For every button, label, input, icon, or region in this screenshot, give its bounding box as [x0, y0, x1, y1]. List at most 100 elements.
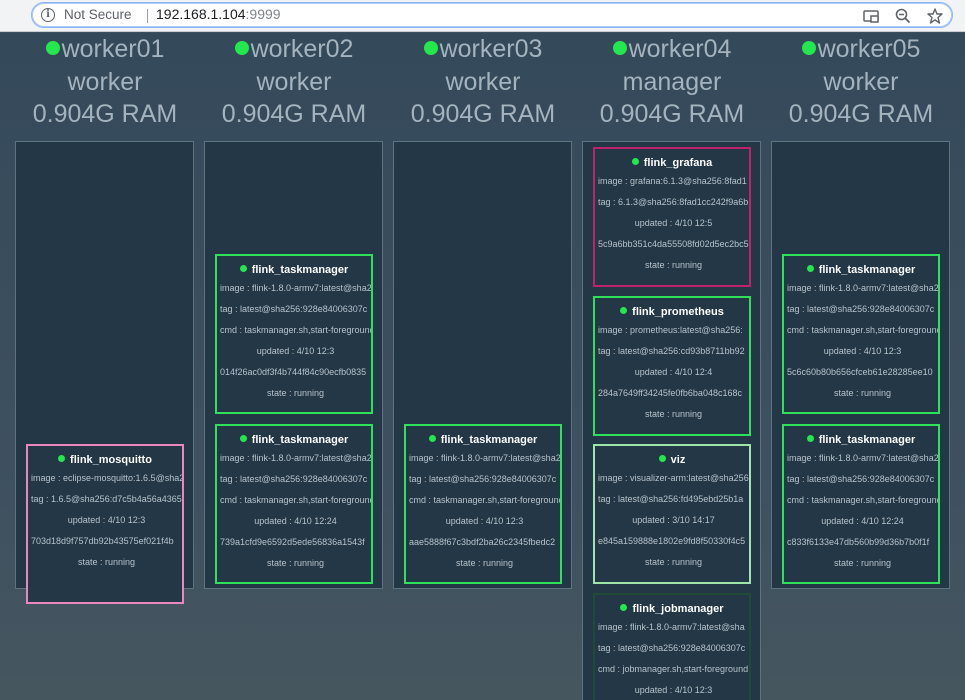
running-dot-icon — [620, 604, 628, 611]
node-role: worker — [445, 67, 521, 96]
running-dot-icon — [631, 158, 639, 165]
service-state: state : running — [644, 260, 703, 270]
service-updated: updated : 4/10 12:3 — [445, 516, 524, 526]
running-dot-icon — [428, 435, 436, 442]
service-state: state : running — [77, 557, 136, 567]
url-port: :9999 — [245, 6, 281, 22]
node-name-line: worker05 — [766, 33, 956, 66]
service-tag: tag : latest@sha256:928e84006307c — [409, 474, 557, 484]
service-card-flink-taskmanager[interactable]: flink_taskmanager image : flink-1.8.0-ar… — [782, 254, 940, 414]
service-image: image : flink-1.8.0-armv7:latest@sha256 — [787, 453, 940, 463]
service-cmd: cmd : taskmanager.sh,start-foreground — [787, 325, 940, 335]
node-role: worker — [823, 67, 899, 96]
service-state: state : running — [644, 409, 703, 419]
node-role: worker — [67, 67, 143, 96]
service-cmd: cmd : taskmanager.sh,start-foreground — [220, 495, 373, 505]
service-cmd: cmd : jobmanager.sh,start-foreground — [598, 664, 749, 674]
address-bar[interactable]: i Not Secure 192.168.1.104:9999 — [31, 2, 953, 28]
node-name-line: worker03 — [388, 33, 578, 66]
service-name: flink_grafana — [643, 157, 713, 169]
service-tag: tag : latest@sha256:928e84006307c — [220, 474, 368, 484]
node-column-worker05: flink_taskmanager image : flink-1.8.0-ar… — [771, 141, 950, 589]
service-card-flink-grafana[interactable]: flink_grafana image : grafana:6.1.3@sha2… — [593, 147, 751, 287]
running-dot-icon — [806, 435, 814, 442]
node-column-worker02: flink_taskmanager image : flink-1.8.0-ar… — [204, 141, 383, 589]
status-dot-icon — [234, 41, 249, 55]
service-state: state : running — [266, 558, 325, 568]
node-name: worker01 — [61, 35, 165, 63]
node-header-worker01: worker01 worker 0.904G RAM — [10, 33, 200, 131]
service-updated: updated : 4/10 12:3 — [634, 685, 713, 695]
service-name-line: viz — [595, 452, 749, 468]
service-name-line: flink_grafana — [595, 155, 749, 171]
service-cmd: cmd : taskmanager.sh,start-foreground — [220, 325, 373, 335]
service-name: flink_prometheus — [632, 306, 724, 318]
service-tag: tag : 6.1.3@sha256:8fad1cc242f9a6b — [598, 197, 749, 207]
node-column-worker03: flink_taskmanager image : flink-1.8.0-ar… — [393, 141, 572, 589]
url-host: 192.168.1.104 — [156, 6, 246, 22]
running-dot-icon — [620, 307, 628, 314]
service-tag: tag : latest@sha256:928e84006307c — [220, 304, 368, 314]
node-name-line: worker02 — [199, 33, 389, 66]
node-name-line: worker01 — [10, 33, 200, 66]
service-name-line: flink_jobmanager — [595, 601, 749, 617]
running-dot-icon — [239, 265, 247, 272]
bookmark-star-icon[interactable] — [926, 7, 944, 25]
service-id: 284a7649ff34245fe0fb6ba048c168c — [598, 388, 742, 398]
service-tag: tag : latest@sha256:cd93b8711bb92 — [598, 346, 745, 356]
service-updated: updated : 4/10 12:4 — [634, 367, 713, 377]
node-name-line: worker04 — [577, 33, 767, 66]
service-name: flink_taskmanager — [818, 434, 916, 446]
browser-toolbar: i Not Secure 192.168.1.104:9999 — [0, 0, 965, 32]
service-name: flink_taskmanager — [251, 264, 349, 276]
node-header-worker02: worker02 worker 0.904G RAM — [199, 33, 389, 131]
service-id: c833f6133e47db560b99d36b7b0f1f — [787, 537, 930, 547]
security-label[interactable]: Not Secure — [64, 7, 132, 22]
running-dot-icon — [658, 455, 666, 462]
service-state: state : running — [833, 388, 892, 398]
service-cmd: cmd : taskmanager.sh,start-foreground — [409, 495, 562, 505]
service-card-flink-jobmanager[interactable]: flink_jobmanager image : flink-1.8.0-arm… — [593, 593, 751, 700]
service-card-flink-mosquitto[interactable]: flink_mosquitto image : eclipse-mosquitt… — [26, 444, 184, 604]
service-id: 014f26ac0df3f4b744f84c90ecfb0835 — [220, 367, 367, 377]
service-name-line: flink_taskmanager — [217, 432, 371, 448]
service-name-line: flink_mosquitto — [28, 452, 182, 468]
node-role: manager — [622, 67, 722, 96]
service-tag: tag : 1.6.5@sha256:d7c5b4a56a4365 — [31, 494, 182, 504]
node-ram: 0.904G RAM — [599, 100, 745, 128]
info-icon[interactable]: i — [41, 8, 55, 22]
service-name: flink_taskmanager — [251, 434, 349, 446]
service-image: image : flink-1.8.0-armv7:latest@sha — [598, 622, 745, 632]
service-id: 739a1cfd9e6592d5ede56836a1543f — [220, 537, 365, 547]
service-image: image : flink-1.8.0-armv7:latest@sha256 — [409, 453, 562, 463]
service-card-flink-taskmanager[interactable]: flink_taskmanager image : flink-1.8.0-ar… — [404, 424, 562, 584]
service-card-flink-prometheus[interactable]: flink_prometheus image : prometheus:late… — [593, 296, 751, 436]
node-column-worker01: flink_mosquitto image : eclipse-mosquitt… — [15, 141, 194, 604]
node-ram: 0.904G RAM — [32, 100, 178, 128]
service-image: image : prometheus:latest@sha256: — [598, 325, 743, 335]
service-name: flink_taskmanager — [818, 264, 916, 276]
service-updated: updated : 4/10 12:3 — [256, 346, 335, 356]
service-cmd: cmd : taskmanager.sh,start-foreground — [787, 495, 940, 505]
node-role: worker — [256, 67, 332, 96]
service-card-flink-taskmanager[interactable]: flink_taskmanager image : flink-1.8.0-ar… — [782, 424, 940, 584]
service-card-flink-taskmanager[interactable]: flink_taskmanager image : flink-1.8.0-ar… — [215, 254, 373, 414]
service-name-line: flink_taskmanager — [784, 262, 938, 278]
service-id: 703d18d9f757db92b43575ef021f4b — [31, 536, 174, 546]
service-state: state : running — [833, 558, 892, 568]
service-name-line: flink_taskmanager — [406, 432, 560, 448]
service-image: image : grafana:6.1.3@sha256:8fad1 — [598, 176, 747, 186]
cast-icon[interactable] — [862, 7, 880, 25]
service-name-line: flink_taskmanager — [784, 432, 938, 448]
url-text[interactable]: 192.168.1.104:9999 — [156, 6, 281, 22]
service-card-viz[interactable]: viz image : visualizer-arm:latest@sha256… — [593, 444, 751, 584]
service-updated: updated : 4/10 12:24 — [254, 516, 337, 526]
status-dot-icon — [45, 41, 60, 55]
service-card-flink-taskmanager[interactable]: flink_taskmanager image : flink-1.8.0-ar… — [215, 424, 373, 584]
node-name: worker05 — [817, 35, 921, 63]
node-header-worker04: worker04 manager 0.904G RAM — [577, 33, 767, 131]
node-header-worker03: worker03 worker 0.904G RAM — [388, 33, 578, 131]
zoom-out-icon[interactable] — [894, 7, 912, 25]
service-tag: tag : latest@sha256:928e84006307c — [787, 304, 935, 314]
service-id: e845a159888e1802e9fd8f50330f4c5 — [598, 536, 746, 546]
